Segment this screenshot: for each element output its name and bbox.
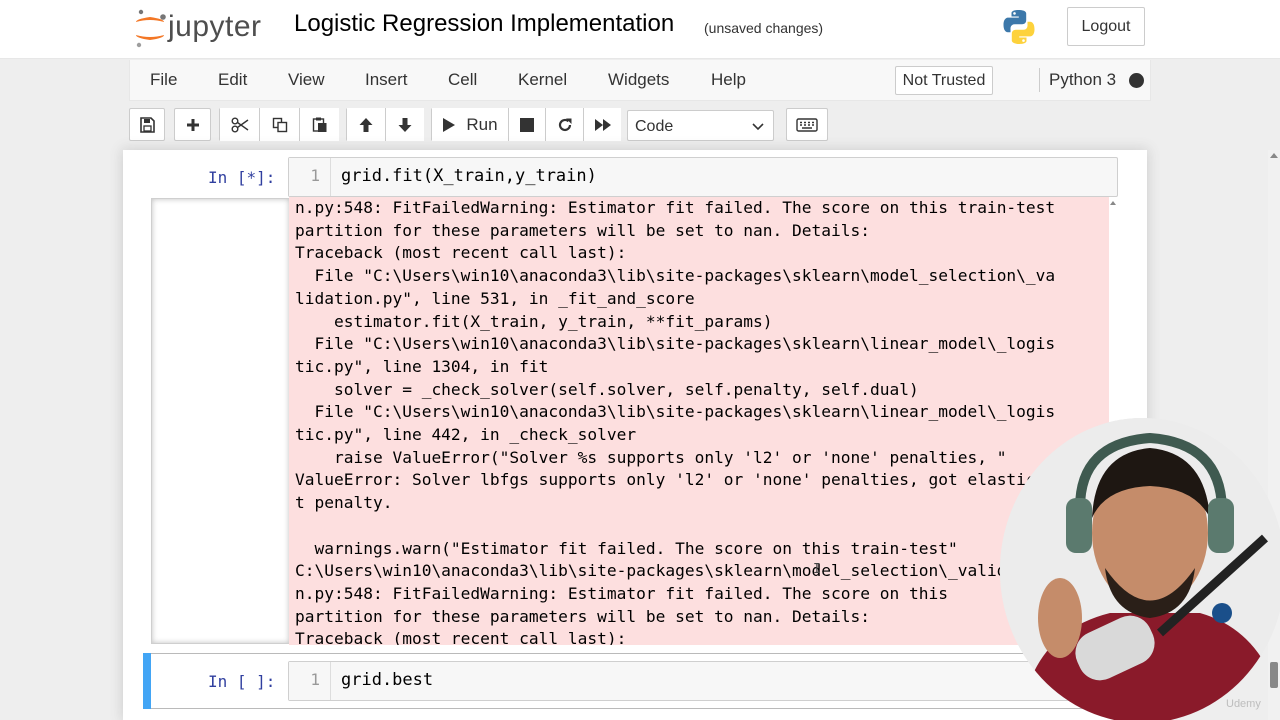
scroll-up-arrow[interactable]: [1270, 153, 1278, 158]
cut-icon: [231, 117, 248, 132]
save-status: (unsaved changes): [704, 20, 824, 36]
stderr-output: n.py:548: FitFailedWarning: Estimator fi…: [289, 197, 1109, 645]
restart-icon: [558, 118, 571, 131]
menu-view[interactable]: View: [288, 70, 325, 90]
kernel-busy-indicator: [1129, 73, 1144, 88]
chevron-down-icon: [752, 123, 764, 131]
udemy-watermark: Udemy: [1226, 698, 1261, 710]
python-logo-icon: [1003, 10, 1035, 44]
copy-icon: [272, 117, 287, 132]
arrow-down-icon: [398, 117, 412, 132]
instructor-webcam: [1000, 418, 1280, 720]
save-icon: [140, 116, 155, 133]
menu-edit[interactable]: Edit: [218, 70, 247, 90]
menu-kernel[interactable]: Kernel: [518, 70, 567, 90]
scrollbar-thumb[interactable]: [1270, 662, 1278, 688]
text-cursor-icon: I: [813, 562, 821, 577]
menu-help[interactable]: Help: [711, 70, 746, 90]
command-palette-button[interactable]: [786, 108, 828, 141]
input-prompt: In [*]:: [208, 168, 276, 187]
notebook-title[interactable]: Logistic Regression Implementation: [294, 10, 674, 38]
input-prompt: In [ ]:: [208, 672, 276, 691]
jupyter-logo[interactable]: jupyter: [132, 8, 282, 48]
stop-icon: [520, 117, 534, 132]
menu-cell[interactable]: Cell: [448, 70, 477, 90]
line-number: 1: [289, 158, 331, 196]
menu-insert[interactable]: Insert: [365, 70, 408, 90]
kernel-name[interactable]: Python 3: [1049, 70, 1116, 90]
plus-icon: [186, 118, 199, 131]
run-button[interactable]: Run: [432, 108, 509, 141]
cell-type-select[interactable]: Code: [627, 110, 774, 141]
selected-cell-indicator: [143, 653, 151, 709]
scroll-up-arrow[interactable]: [1110, 201, 1116, 205]
logout-button[interactable]: Logout: [1067, 7, 1145, 46]
paste-button[interactable]: [300, 108, 339, 141]
arrow-up-icon: [359, 117, 373, 132]
stderr-text: n.py:548: FitFailedWarning: Estimator fi…: [295, 198, 1056, 645]
code-input-area[interactable]: 1 grid.best: [288, 661, 1118, 701]
run-label: Run: [466, 114, 498, 134]
run-button-group: Run: [431, 108, 621, 141]
menubar: File Edit View Insert Cell Kernel Widget…: [129, 60, 1151, 101]
edit-button-group: [219, 108, 339, 141]
code-line[interactable]: grid.best: [341, 670, 433, 690]
cut-button[interactable]: [220, 108, 260, 141]
copy-button[interactable]: [260, 108, 300, 141]
cell-type-value: Code: [635, 118, 674, 135]
code-line[interactable]: grid.fit(X_train,y_train): [341, 166, 597, 186]
keyboard-icon: [796, 117, 818, 132]
instructor-video-image: [1000, 418, 1280, 720]
output-prompt-area[interactable]: [151, 198, 289, 644]
notebook-container: In [*]: 1 grid.fit(X_train,y_train) n.py…: [123, 150, 1147, 720]
fast-forward-icon: [594, 118, 611, 131]
save-button[interactable]: [129, 108, 165, 141]
jupyter-logo-text: jupyter: [168, 10, 262, 43]
move-down-button[interactable]: [386, 108, 424, 141]
restart-run-all-button[interactable]: [584, 108, 621, 141]
menu-file[interactable]: File: [150, 70, 177, 90]
kernel-separator: [1039, 68, 1040, 92]
paste-icon: [312, 117, 326, 132]
restart-button[interactable]: [546, 108, 584, 141]
play-icon: [443, 117, 456, 132]
move-up-button[interactable]: [347, 108, 386, 141]
notebook-header: jupyter Logistic Regression Implementati…: [0, 0, 1280, 59]
interrupt-button[interactable]: [509, 108, 546, 141]
not-trusted-button[interactable]: Not Trusted: [895, 66, 993, 95]
move-button-group: [346, 108, 424, 141]
code-input-area[interactable]: 1 grid.fit(X_train,y_train): [288, 157, 1118, 197]
line-number: 1: [289, 662, 331, 700]
jupyter-logo-icon: [136, 9, 166, 48]
menu-widgets[interactable]: Widgets: [608, 70, 669, 90]
insert-cell-button[interactable]: [174, 108, 211, 141]
